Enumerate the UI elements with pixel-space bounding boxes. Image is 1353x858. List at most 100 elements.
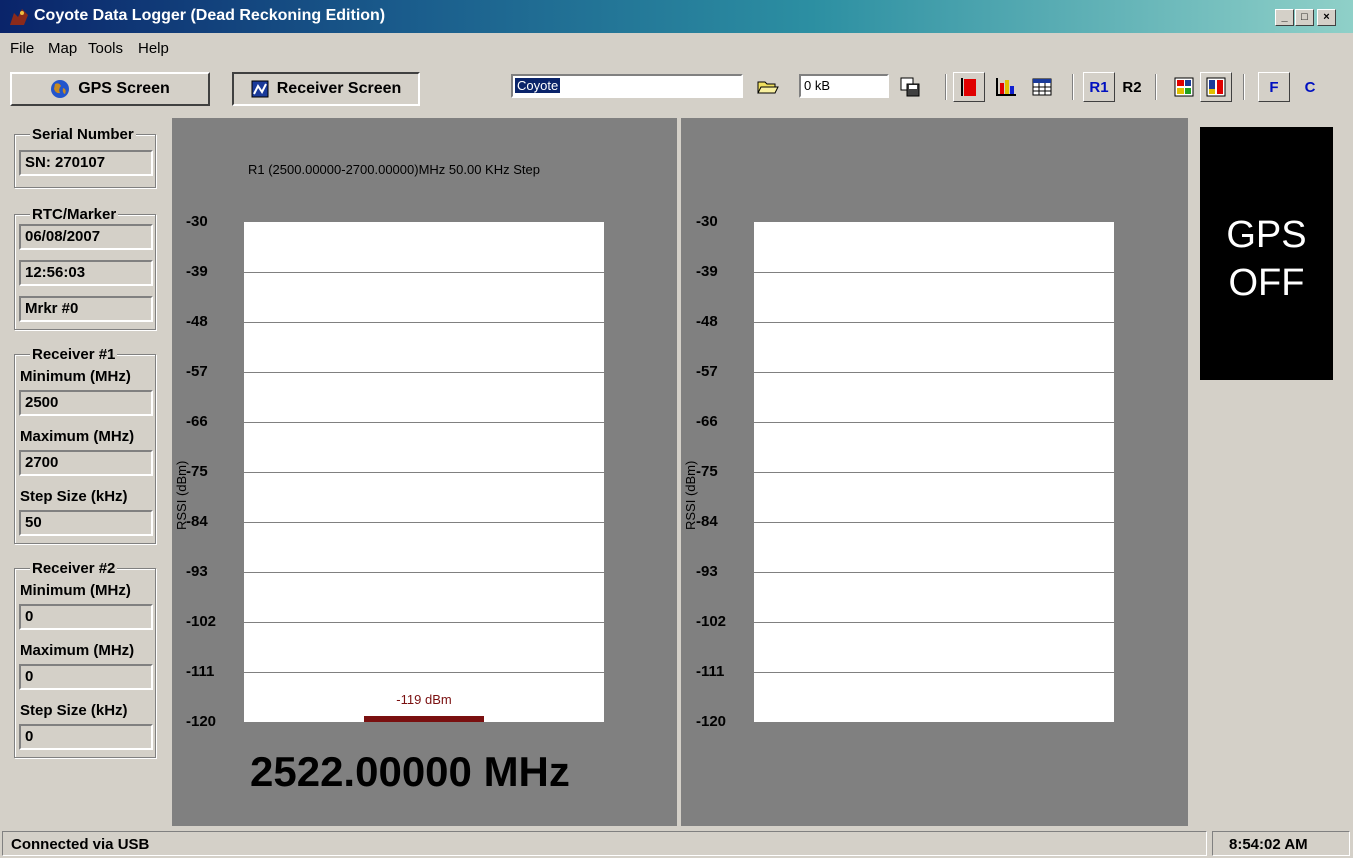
coyote-app-icon [10,9,28,25]
gridline [244,472,604,473]
rx1-maximum-label: Maximum (MHz) [20,428,135,445]
gridline [244,622,604,623]
gridline [754,572,1114,573]
gps-screen-label: GPS Screen [78,80,170,97]
rtc-time-field: 12:56:03 [19,260,153,286]
rx1-minimum-field[interactable]: 2500 [19,390,153,416]
horizontal-split-icon [1174,77,1194,97]
receiver-1-button[interactable]: R1 [1083,72,1115,102]
menu-map[interactable]: Map [48,40,77,57]
gridline [754,272,1114,273]
gridline [244,522,604,523]
menu-tools[interactable]: Tools [88,40,123,57]
y-tick-label: -48 [696,313,718,330]
rx1-minimum-label: Minimum (MHz) [20,368,131,385]
y-tick-label: -57 [186,363,208,380]
connection-status: Connected via USB [11,836,150,853]
globe-icon [51,80,70,98]
y-tick-label: -66 [696,413,718,430]
serial-number-field: SN: 270107 [19,150,153,176]
y-tick-label: -39 [186,263,208,280]
signal-bar-label: -119 dBm [396,692,452,708]
window-title: Coyote Data Logger (Dead Reckoning Editi… [34,7,386,24]
signal-bar [364,716,484,722]
gps-status-display: GPS OFF [1200,127,1333,380]
menu-help[interactable]: Help [138,40,169,57]
rx1-maximum-field[interactable]: 2700 [19,450,153,476]
close-button[interactable]: × [1317,9,1336,26]
y-tick-label: -93 [186,563,208,580]
logger-name-input[interactable]: Coyote [511,74,743,98]
toolbar: GPS Screen Receiver Screen Coyote 0 kB R… [0,68,1353,110]
menu-file[interactable]: File [10,40,34,57]
rx2-step-label: Step Size (kHz) [20,702,128,719]
y-tick-label: -75 [696,463,718,480]
gridline [754,672,1114,673]
receiver-2-button[interactable]: R2 [1116,72,1148,102]
open-folder-button[interactable] [752,72,784,102]
status-panel-right: 8:54:02 AM [1212,831,1350,856]
y-tick-label: -48 [186,313,208,330]
sidebar: Serial Number SN: 270107 RTC/Marker 06/0… [0,118,170,826]
y-tick-label: -39 [696,263,718,280]
rx2-maximum-field[interactable]: 0 [19,664,153,690]
receiver-screen-button[interactable]: Receiver Screen [232,72,420,106]
gridline [244,272,604,273]
toolbar-separator [1243,74,1245,100]
title-bar: Coyote Data Logger (Dead Reckoning Editi… [0,0,1353,33]
receiver-icon [251,80,269,98]
logger-name-value: Coyote [515,78,561,93]
y-tick-label: -102 [696,613,727,630]
file-size-value: 0 kB [804,78,831,93]
y-tick-label: -120 [696,713,727,730]
fahrenheit-button[interactable]: F [1258,72,1290,102]
y-tick-label: -84 [186,513,208,530]
maximize-button[interactable]: □ [1295,9,1314,26]
status-panel-left: Connected via USB [2,831,1207,856]
serial-number-title: Serial Number [30,126,136,143]
y-tick-label: -30 [696,213,718,230]
toolbar-separator [945,74,947,100]
rx1-step-field[interactable]: 50 [19,510,153,536]
vertical-layout-button[interactable] [1200,72,1232,102]
vertical-split-icon [1206,77,1226,97]
bar-chart-icon [996,78,1016,96]
single-bar-view-button[interactable] [953,72,985,102]
rtc-marker-title: RTC/Marker [30,206,119,223]
gridline [754,472,1114,473]
multi-bar-view-button[interactable] [990,72,1022,102]
gridline [754,372,1114,373]
y-tick-label: -111 [696,663,725,680]
horizontal-layout-button[interactable] [1168,72,1200,102]
celsius-button[interactable]: C [1294,72,1326,102]
rx2-step-field[interactable]: 0 [19,724,153,750]
minimize-button[interactable]: _ [1275,9,1294,26]
gridline [244,672,604,673]
rx2-minimum-field[interactable]: 0 [19,604,153,630]
gridline [244,372,604,373]
y-tick-label: -75 [186,463,208,480]
gps-screen-button[interactable]: GPS Screen [10,72,210,106]
rx1-step-label: Step Size (kHz) [20,488,128,505]
marker-field: Mrkr #0 [19,296,153,322]
y-tick-label: -57 [696,363,718,380]
clock-display: 8:54:02 AM [1229,836,1308,853]
y-tick-label: -111 [186,663,215,680]
gridline [244,322,604,323]
y-tick-label: -30 [186,213,208,230]
save-log-button[interactable] [894,72,926,102]
gps-status-line-2: OFF [1228,262,1305,304]
y-tick-label: -66 [186,413,208,430]
rx2-maximum-label: Maximum (MHz) [20,642,135,659]
table-view-button[interactable] [1026,72,1058,102]
rtc-date-field: 06/08/2007 [19,224,153,250]
receiver-screen-label: Receiver Screen [276,80,402,97]
file-size-field: 0 kB [799,74,889,98]
folder-open-icon [757,81,779,94]
current-frequency-readout: 2522.00000 MHz [250,748,570,795]
receiver-1-chart-panel: R1 (2500.00000-2700.00000)MHz 50.00 KHz … [172,118,677,826]
gps-status-line-1: GPS [1226,214,1307,256]
receiver-2-title: Receiver #2 [30,560,118,577]
receiver-1-title: Receiver #1 [30,346,118,363]
gridline [754,322,1114,323]
